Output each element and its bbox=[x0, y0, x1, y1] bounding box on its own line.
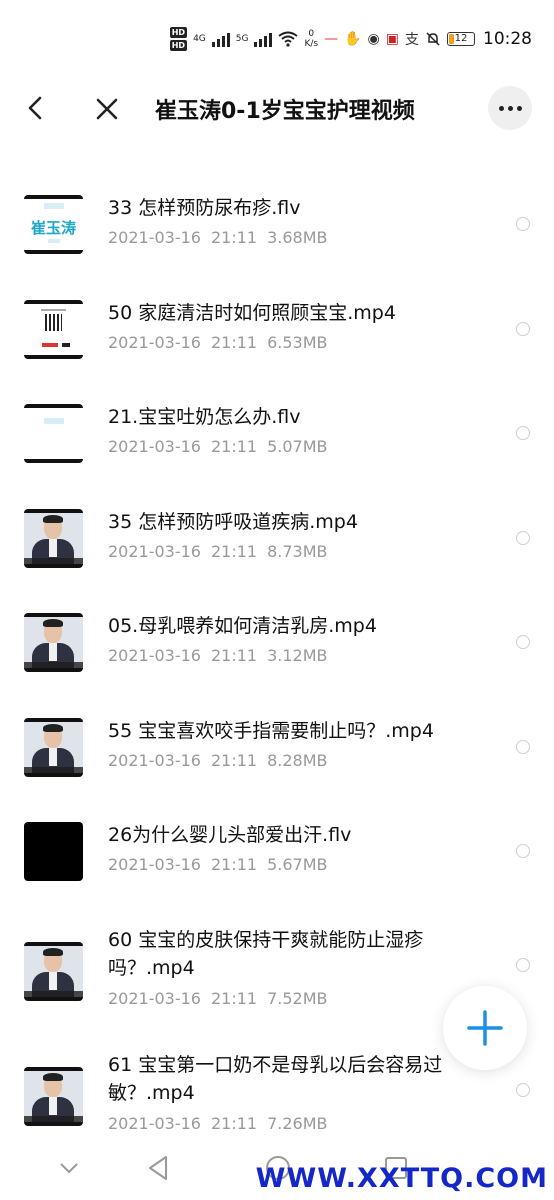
file-name: 33 怎样预防尿布疹.flv bbox=[108, 197, 301, 219]
signal-icon bbox=[211, 31, 230, 47]
list-item[interactable]: 05.母乳喂养如何清洁乳房.mp4 2021-03-16 21:11 3.12MB bbox=[0, 588, 554, 693]
list-item[interactable]: 21.宝宝吐奶怎么办.flv 2021-03-16 21:11 5.07MB bbox=[0, 379, 554, 484]
title-bar: 崔玉涛0-1岁宝宝护理视频 bbox=[0, 72, 554, 146]
alipay-icon: 支 bbox=[405, 32, 419, 48]
video-thumbnail bbox=[24, 1066, 83, 1126]
page-title: 崔玉涛0-1岁宝宝护理视频 bbox=[155, 99, 415, 124]
file-name: 21.宝宝吐奶怎么办.flv bbox=[108, 406, 301, 428]
battery-icon: 12 bbox=[447, 32, 475, 46]
add-button[interactable] bbox=[443, 986, 527, 1070]
video-thumbnail bbox=[24, 822, 83, 881]
chevron-left-icon[interactable] bbox=[22, 94, 50, 122]
select-radio[interactable] bbox=[516, 321, 530, 336]
video-thumbnail bbox=[24, 299, 83, 359]
select-radio[interactable] bbox=[516, 1082, 530, 1097]
file-meta: 2021-03-16 21:11 7.26MB bbox=[108, 1113, 328, 1133]
select-radio[interactable] bbox=[516, 844, 530, 858]
hand-icon: ✋ bbox=[344, 31, 362, 47]
file-name: 55 宝宝喜欢咬手指需要制止吗？.mp4 bbox=[108, 719, 434, 742]
file-name: 50 家庭清洁时如何照顾宝宝.mp4 bbox=[108, 301, 396, 324]
file-name: 60 宝宝的皮肤保持干爽就能防止湿疹吗？.mp4 bbox=[108, 928, 424, 979]
system-nav-bar: WWW.XXTTQ.COM bbox=[0, 1140, 554, 1200]
more-dots-icon[interactable] bbox=[488, 86, 532, 130]
select-radio[interactable] bbox=[516, 426, 530, 440]
list-item[interactable]: 55 宝宝喜欢咬手指需要制止吗？.mp4 2021-03-16 21:11 8.28… bbox=[0, 693, 554, 798]
watermark-text: WWW.XXTTQ.COM bbox=[255, 1163, 548, 1194]
file-meta: 2021-03-16 21:11 7.52MB bbox=[108, 988, 328, 1008]
select-radio[interactable] bbox=[516, 217, 530, 231]
status-bar: HD HD 4G 5G 0 K/s — ✋ ◉ ▣ 支 12 10:28 bbox=[0, 0, 554, 72]
app-icon: ▣ bbox=[385, 31, 399, 47]
video-thumbnail bbox=[24, 717, 83, 777]
list-item[interactable]: 崔玉涛 33 怎样预防尿布疹.flv 2021-03-16 21:11 3.68MB bbox=[0, 170, 554, 275]
mute-icon bbox=[426, 32, 440, 46]
net-speed: 0 K/s bbox=[304, 29, 319, 49]
close-icon[interactable] bbox=[92, 94, 122, 124]
file-name: 26为什么婴儿头部爱出汗.flv bbox=[108, 824, 352, 846]
video-thumbnail bbox=[24, 508, 83, 568]
file-name: 35 怎样预防呼吸道疾病.mp4 bbox=[108, 510, 358, 533]
plus-icon bbox=[467, 1010, 503, 1046]
file-name: 61 宝宝第一口奶不是母乳以后会容易过敏？.mp4 bbox=[108, 1053, 443, 1104]
video-thumbnail bbox=[24, 941, 83, 1001]
file-meta: 2021-03-16 21:11 8.73MB bbox=[108, 541, 328, 561]
notification-icon: — bbox=[324, 31, 339, 47]
list-item[interactable]: 35 怎样预防呼吸道疾病.mp4 2021-03-16 21:11 8.73MB bbox=[0, 484, 554, 589]
list-item[interactable]: 26为什么婴儿头部爱出汗.flv 2021-03-16 21:11 5.67MB bbox=[0, 797, 554, 902]
select-radio[interactable] bbox=[516, 530, 530, 545]
video-thumbnail bbox=[24, 404, 83, 463]
video-thumbnail: 崔玉涛 bbox=[24, 195, 83, 254]
file-meta: 2021-03-16 21:11 3.68MB bbox=[108, 228, 328, 247]
nav-down-icon[interactable] bbox=[58, 1154, 80, 1182]
clock: 10:28 bbox=[483, 29, 532, 49]
wifi-icon bbox=[278, 31, 299, 47]
signal-4g-label: 4G bbox=[193, 34, 206, 44]
select-radio[interactable] bbox=[516, 739, 530, 754]
nav-back-icon[interactable] bbox=[146, 1154, 170, 1182]
video-thumbnail bbox=[24, 613, 83, 672]
file-meta: 2021-03-16 21:11 5.67MB bbox=[108, 855, 328, 874]
list-item[interactable]: 50 家庭清洁时如何照顾宝宝.mp4 2021-03-16 21:11 6.53MB bbox=[0, 275, 554, 380]
signal-5g-label: 5G bbox=[235, 34, 249, 44]
file-meta: 2021-03-16 21:11 8.28MB bbox=[108, 750, 328, 770]
file-meta: 2021-03-16 21:11 5.07MB bbox=[108, 437, 328, 456]
file-meta: 2021-03-16 21:11 3.12MB bbox=[108, 646, 328, 665]
file-meta: 2021-03-16 21:11 6.53MB bbox=[108, 332, 328, 352]
hd-icon: HD HD bbox=[169, 27, 188, 51]
file-name: 05.母乳喂养如何清洁乳房.mp4 bbox=[108, 615, 377, 637]
select-radio[interactable] bbox=[516, 635, 530, 649]
select-radio[interactable] bbox=[516, 957, 530, 972]
signal-icon bbox=[254, 31, 273, 47]
status-icons: HD HD 4G 5G 0 K/s — ✋ ◉ ▣ 支 12 10:28 bbox=[169, 26, 532, 52]
eye-icon: ◉ bbox=[367, 31, 380, 47]
